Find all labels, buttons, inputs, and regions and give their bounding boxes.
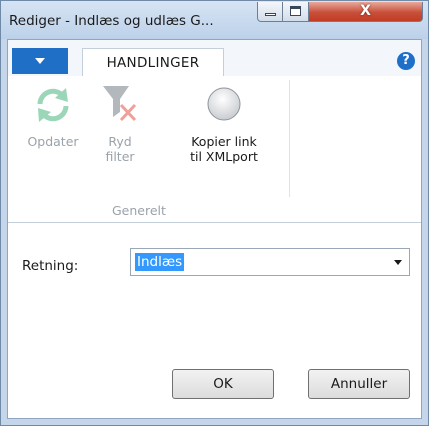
direction-label: Retning:: [22, 258, 79, 274]
window-title: Rediger - Indlæs og udlæs G...: [9, 13, 214, 29]
dropdown-arrow-icon[interactable]: [394, 260, 402, 265]
group-separator: [289, 80, 290, 197]
title-bar[interactable]: Rediger - Indlæs og udlæs G... X: [1, 1, 428, 39]
app-menu-button[interactable]: [12, 48, 68, 74]
copy-link-icon: [174, 82, 274, 126]
close-icon: X: [360, 3, 371, 19]
clear-filter-label-line1: Ryd: [108, 134, 132, 149]
dialog-content: Retning: Indlæs OK Annuller: [8, 223, 421, 418]
clear-filter-label-line2: filter: [105, 149, 135, 164]
tab-handlinger[interactable]: HANDLINGER: [82, 48, 224, 77]
refresh-icon: [22, 82, 84, 126]
direction-value: Indlæs: [135, 253, 185, 271]
clear-filter-button[interactable]: Ryd filter: [94, 82, 146, 194]
dialog-client-area: HANDLINGER ? Opdater Ryd filter Kopier l…: [7, 39, 422, 419]
copy-link-label-line2: til XMLport: [190, 149, 258, 164]
ok-button[interactable]: OK: [172, 369, 274, 399]
minimize-icon: [265, 13, 276, 16]
dialog-window: Rediger - Indlæs og udlæs G... X HANDLIN…: [0, 0, 429, 426]
direction-select[interactable]: Indlæs: [130, 248, 410, 276]
help-icon[interactable]: ?: [397, 52, 415, 70]
refresh-label: Opdater: [27, 134, 79, 149]
copy-xmlport-link-button[interactable]: Kopier link til XMLport: [174, 82, 274, 194]
clear-filter-icon: [94, 82, 146, 126]
cancel-button[interactable]: Annuller: [308, 369, 410, 399]
maximize-button[interactable]: [283, 2, 309, 22]
ribbon-body: Opdater Ryd filter Kopier link til XMLpo…: [8, 76, 421, 223]
ribbon-header: HANDLINGER ?: [8, 40, 421, 77]
refresh-button[interactable]: Opdater: [22, 82, 84, 194]
minimize-button[interactable]: [257, 2, 283, 22]
ribbon-group-label: Generelt: [112, 203, 166, 218]
copy-link-label-line1: Kopier link: [191, 134, 257, 149]
maximize-icon: [290, 6, 301, 16]
close-button[interactable]: X: [309, 2, 423, 22]
chevron-down-icon: [35, 58, 45, 64]
